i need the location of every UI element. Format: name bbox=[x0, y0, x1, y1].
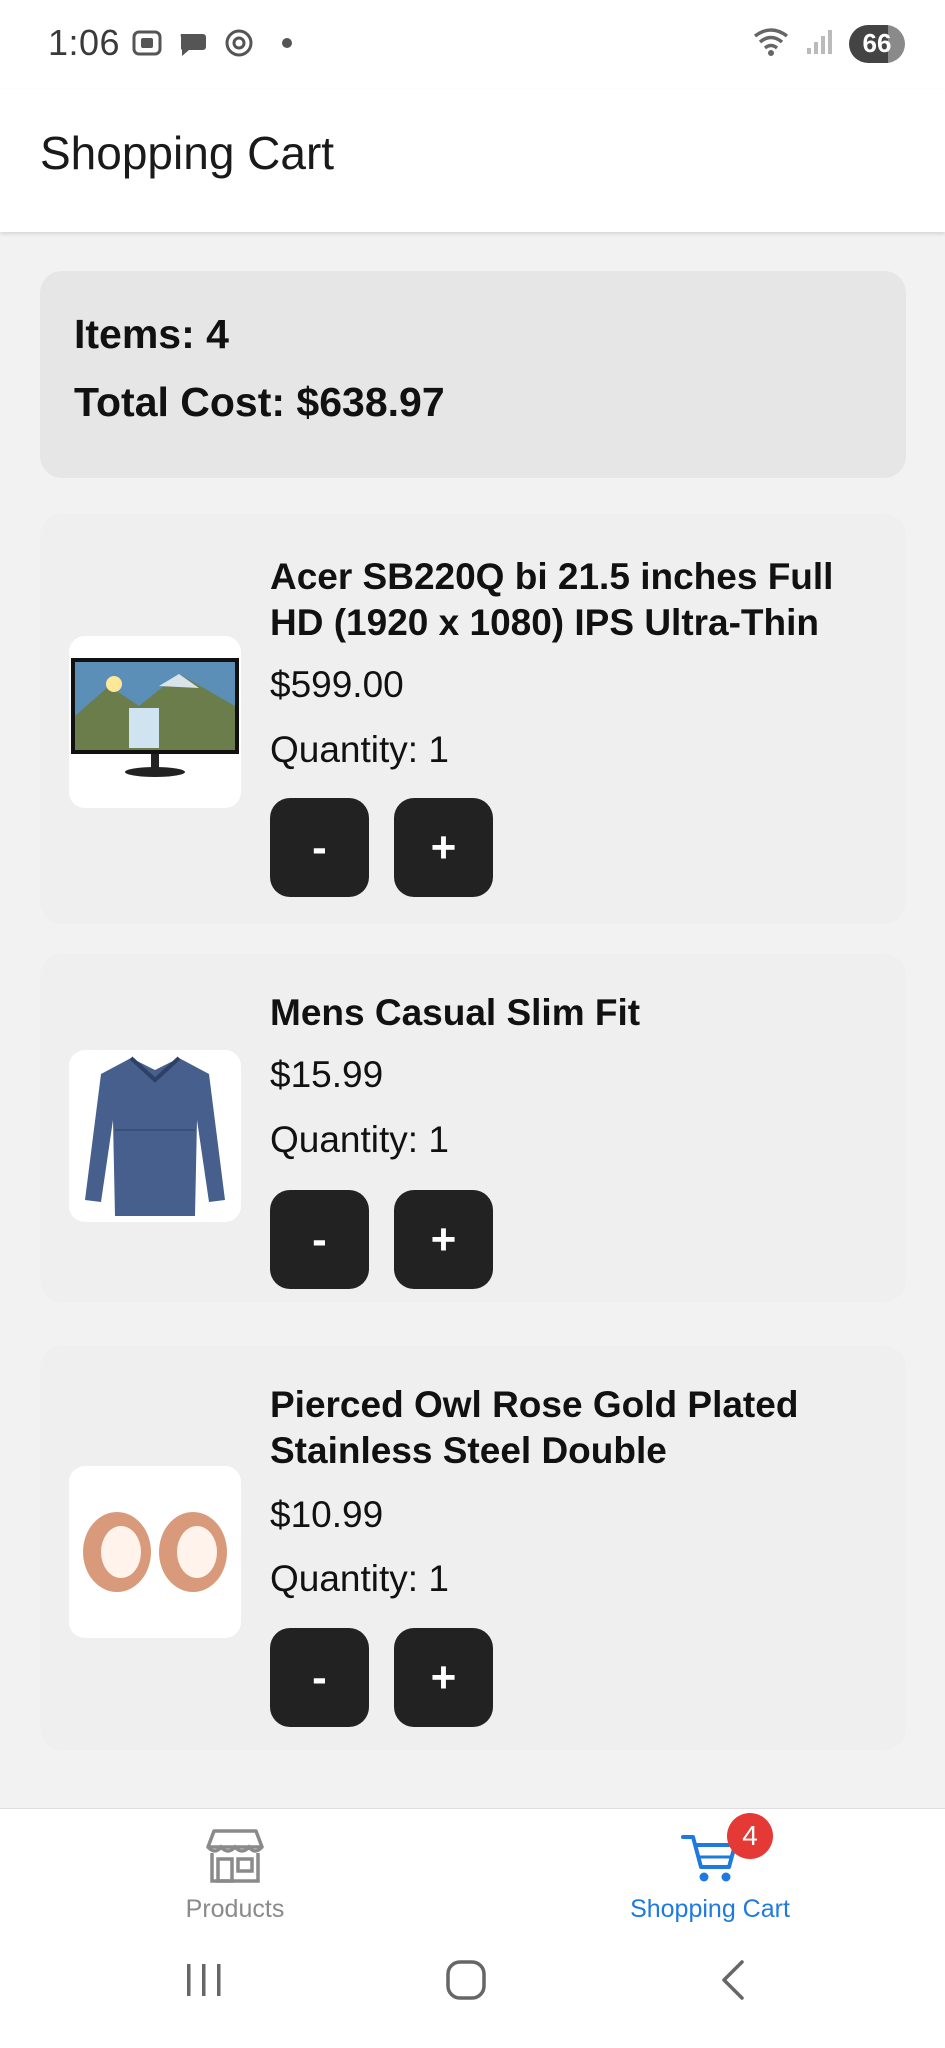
monitor-image bbox=[69, 636, 241, 808]
item-price: $599.00 bbox=[270, 664, 404, 705]
page-title: Shopping Cart bbox=[40, 127, 335, 179]
tab-products-label: Products bbox=[185, 1895, 285, 1923]
tab-products[interactable]: Products bbox=[85, 1809, 385, 1929]
back-button[interactable] bbox=[712, 1958, 756, 2007]
more-notifications-dot bbox=[282, 38, 292, 48]
home-button[interactable] bbox=[444, 1958, 488, 2007]
decrease-quantity-button[interactable]: - bbox=[270, 1190, 369, 1289]
bottom-navigation: Products 4 Shopping Cart bbox=[0, 1808, 945, 1928]
cart-count-badge: 4 bbox=[727, 1813, 773, 1859]
increase-quantity-button[interactable]: + bbox=[394, 1628, 493, 1727]
status-time: 1:06 bbox=[48, 22, 121, 63]
item-price: $10.99 bbox=[270, 1494, 384, 1535]
item-quantity: Quantity: 1 bbox=[270, 729, 449, 770]
item-name: Pierced Owl Rose Gold Plated Stainless S… bbox=[270, 1384, 799, 1471]
store-icon bbox=[204, 1827, 266, 1887]
wifi-icon bbox=[751, 24, 791, 63]
items-count: Items: 4 bbox=[74, 311, 229, 357]
increase-quantity-button[interactable]: + bbox=[394, 1190, 493, 1289]
app-header: Shopping Cart bbox=[0, 90, 945, 232]
cart-summary-card: Items: 4 Total Cost: $638.97 bbox=[40, 271, 906, 478]
openai-icon bbox=[222, 26, 256, 60]
cart-item: Mens Casual Slim Fit $15.99 Quantity: 1 … bbox=[40, 954, 906, 1302]
system-navigation-bar bbox=[0, 1928, 945, 2048]
decrease-quantity-button[interactable]: - bbox=[270, 798, 369, 897]
item-name: Acer SB220Q bi 21.5 inches Full HD (1920… bbox=[270, 556, 834, 643]
decrease-quantity-button[interactable]: - bbox=[270, 1628, 369, 1727]
system-status-icons: 66 bbox=[751, 24, 905, 63]
increase-quantity-button[interactable]: + bbox=[394, 798, 493, 897]
cart-item: Acer SB220Q bi 21.5 inches Full HD (1920… bbox=[40, 514, 906, 924]
item-quantity: Quantity: 1 bbox=[270, 1119, 449, 1160]
signal-icon bbox=[805, 26, 835, 61]
chat-icon bbox=[176, 26, 210, 60]
tab-shopping-cart[interactable]: 4 Shopping Cart bbox=[560, 1809, 860, 1929]
recent-apps-button[interactable] bbox=[182, 1958, 226, 2007]
item-name: Mens Casual Slim Fit bbox=[270, 992, 641, 1033]
status-bar: 1:06 66 bbox=[0, 0, 945, 90]
shirt-image bbox=[69, 1050, 241, 1222]
notification-icons bbox=[130, 26, 292, 60]
screenshot-icon bbox=[130, 26, 164, 60]
battery-indicator: 66 bbox=[849, 24, 905, 63]
item-price: $15.99 bbox=[270, 1054, 384, 1095]
earrings-image bbox=[69, 1466, 241, 1638]
cart-item: Pierced Owl Rose Gold Plated Stainless S… bbox=[40, 1346, 906, 1750]
total-cost: Total Cost: $638.97 bbox=[74, 379, 445, 425]
cart-icon: 4 bbox=[679, 1813, 773, 1887]
item-quantity: Quantity: 1 bbox=[270, 1558, 449, 1599]
tab-shopping-cart-label: Shopping Cart bbox=[630, 1895, 790, 1923]
